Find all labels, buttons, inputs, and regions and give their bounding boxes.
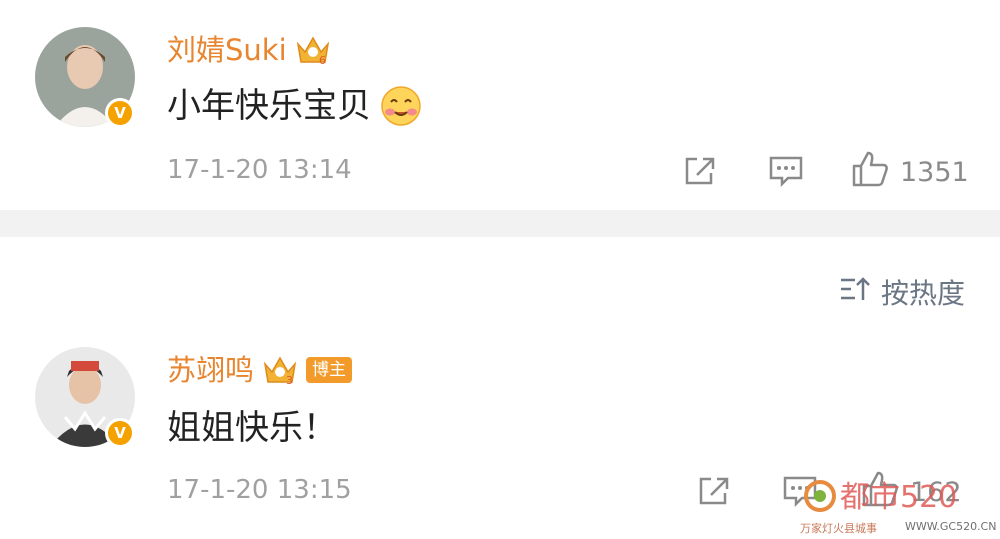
watermark-subtitle: 万家灯火县城事 [800,522,877,535]
comment-text: 姐姐快乐！ [167,408,337,448]
username[interactable]: 苏翊鸣 [167,350,254,390]
section-divider [0,210,1000,237]
timestamp: 17-1-20 13:15 [167,475,352,505]
watermark-text: 都市520 [840,480,958,515]
username[interactable]: 刘婧Suki [167,30,287,70]
share-icon [697,475,731,514]
reply-button[interactable] [768,155,804,194]
like-count: 1351 [900,157,969,188]
watermark-url: WWW.GC520.CN [905,520,997,533]
sort-icon [839,275,871,310]
verified-badge-icon: V [105,418,135,448]
comment-text: 小年快乐宝贝 [167,86,371,126]
watermark-logo-icon [802,478,838,518]
crown-icon: 3 [262,354,298,387]
share-button[interactable] [683,155,717,194]
sort-label: 按热度 [880,277,965,310]
blogger-badge: 博主 [306,357,353,383]
blushing-face-emoji-icon [379,84,423,128]
sort-by-popularity[interactable]: 按热度 [839,272,965,312]
comment-item: V 刘婧Suki 6 小年快乐宝贝 17-1-20 13:14 1351 [0,0,1000,210]
comment-icon [768,155,804,194]
share-button[interactable] [697,475,731,514]
watermark: 都市520 万家灯火县城事 WWW.GC520.CN [800,468,997,536]
level-number: 6 [319,54,326,66]
crown-icon: 6 [295,34,331,67]
like-button[interactable]: 1351 [850,150,969,195]
timestamp: 17-1-20 13:14 [167,155,352,185]
share-icon [683,155,717,194]
level-number: 3 [286,374,293,386]
thumbs-up-icon [850,150,890,195]
verified-badge-icon: V [105,98,135,128]
